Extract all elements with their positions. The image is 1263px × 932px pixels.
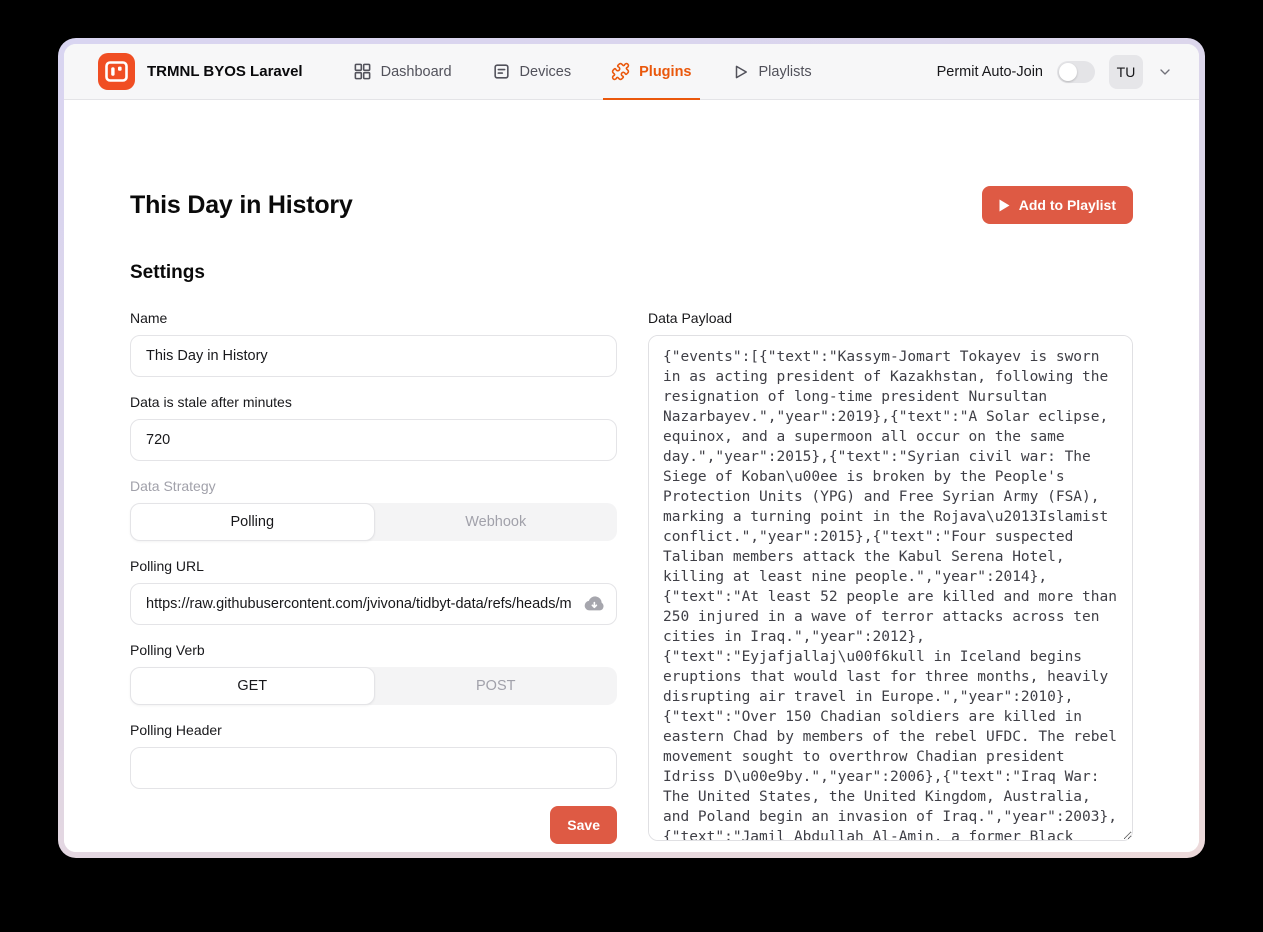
segment-polling[interactable]: Polling: [130, 503, 375, 541]
save-row: Save: [130, 806, 617, 844]
stale-label: Data is stale after minutes: [130, 394, 617, 410]
grid-icon: [353, 62, 372, 81]
toggle-knob: [1059, 63, 1077, 81]
data-payload-textarea[interactable]: {"events":[{"text":"Kassym-Jomart Tokaye…: [648, 335, 1133, 841]
stale-minutes-input[interactable]: [130, 419, 617, 461]
name-input[interactable]: [130, 335, 617, 377]
cloud-download-icon[interactable]: [583, 593, 605, 615]
nav-item-label: Devices: [520, 64, 572, 80]
segment-post[interactable]: POST: [375, 667, 618, 705]
add-to-playlist-label: Add to Playlist: [1019, 197, 1116, 213]
data-strategy-label: Data Strategy: [130, 478, 617, 494]
name-field-group: Name: [130, 310, 617, 377]
segment-get[interactable]: GET: [130, 667, 375, 705]
polling-url-label: Polling URL: [130, 558, 617, 574]
polling-url-wrap: [130, 583, 617, 625]
name-label: Name: [130, 310, 617, 326]
title-row: This Day in History Add to Playlist: [130, 186, 1133, 224]
polling-verb-segmented-control: GET POST: [130, 667, 617, 705]
data-strategy-group: Data Strategy Polling Webhook: [130, 478, 617, 541]
brand-name: TRMNL BYOS Laravel: [147, 63, 303, 80]
form-right-column: Data Payload {"events":[{"text":"Kassym-…: [648, 310, 1133, 852]
nav-item-label: Playlists: [759, 64, 812, 80]
nav-item-devices[interactable]: Devices: [490, 44, 574, 99]
polling-url-input[interactable]: [130, 583, 617, 625]
add-to-playlist-button[interactable]: Add to Playlist: [982, 186, 1133, 224]
polling-url-group: Polling URL: [130, 558, 617, 625]
user-avatar[interactable]: TU: [1109, 55, 1143, 89]
nav-item-plugins[interactable]: Plugins: [609, 44, 693, 99]
polling-header-group: Polling Header: [130, 722, 617, 789]
segment-webhook[interactable]: Webhook: [375, 503, 618, 541]
polling-header-label: Polling Header: [130, 722, 617, 738]
save-button[interactable]: Save: [550, 806, 617, 844]
play-icon: [999, 199, 1010, 212]
polling-header-input[interactable]: [130, 747, 617, 789]
nav-item-dashboard[interactable]: Dashboard: [351, 44, 454, 99]
brand: TRMNL BYOS Laravel: [98, 44, 303, 99]
top-navbar: TRMNL BYOS Laravel Dashboard: [64, 44, 1199, 100]
polling-verb-label: Polling Verb: [130, 642, 617, 658]
puzzle-icon: [611, 62, 630, 81]
nav-item-playlists[interactable]: Playlists: [730, 44, 814, 99]
nav-right: Permit Auto-Join TU: [937, 44, 1173, 99]
devices-icon: [492, 62, 511, 81]
nav-menu: Dashboard Devices: [351, 44, 814, 99]
app-window: TRMNL BYOS Laravel Dashboard: [64, 44, 1199, 852]
data-payload-group: Data Payload {"events":[{"text":"Kassym-…: [648, 310, 1133, 846]
nav-item-label: Plugins: [639, 64, 691, 80]
settings-form: Name Data is stale after minutes Data St…: [130, 310, 1133, 852]
nav-item-label: Dashboard: [381, 64, 452, 80]
page-title: This Day in History: [130, 191, 353, 220]
main-content: This Day in History Add to Playlist Sett…: [64, 100, 1199, 852]
data-payload-label: Data Payload: [648, 310, 1133, 326]
form-left-column: Name Data is stale after minutes Data St…: [130, 310, 617, 852]
settings-heading: Settings: [130, 262, 1133, 284]
trmnl-logo-icon: [98, 53, 135, 90]
permit-auto-join-toggle[interactable]: [1057, 61, 1095, 83]
chevron-down-icon[interactable]: [1157, 64, 1173, 80]
play-icon: [732, 63, 750, 81]
stale-field-group: Data is stale after minutes: [130, 394, 617, 461]
app-window-frame: TRMNL BYOS Laravel Dashboard: [58, 38, 1205, 858]
permit-auto-join-label: Permit Auto-Join: [937, 64, 1043, 80]
data-strategy-segmented-control: Polling Webhook: [130, 503, 617, 541]
polling-verb-group: Polling Verb GET POST: [130, 642, 617, 705]
